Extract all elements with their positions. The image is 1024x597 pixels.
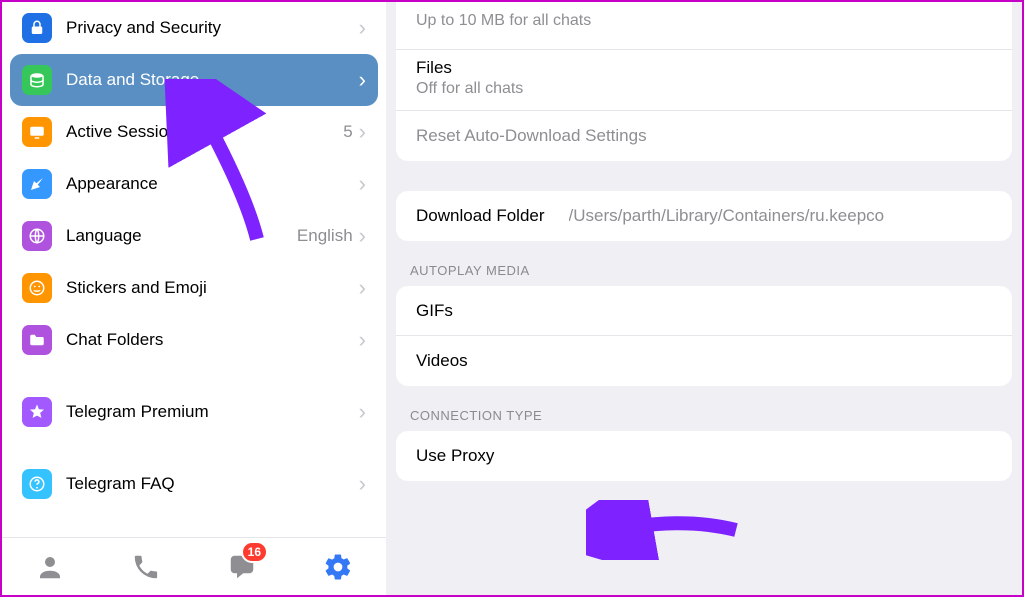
sidebar-item-label: Data and Storage	[66, 70, 359, 90]
tab-contacts[interactable]	[22, 547, 78, 587]
chevron-right-icon: ›	[359, 277, 366, 299]
sidebar-item-label: Telegram FAQ	[66, 474, 359, 494]
chevron-right-icon: ›	[359, 329, 366, 351]
globe-icon	[22, 221, 52, 251]
connection-card: Use Proxy	[396, 431, 1012, 481]
download-folder-card: Download Folder /Users/parth/Library/Con…	[396, 191, 1012, 241]
sidebar-item-data-storage[interactable]: Data and Storage ›	[10, 54, 378, 106]
chevron-right-icon: ›	[359, 173, 366, 195]
chevron-right-icon: ›	[359, 17, 366, 39]
row-files[interactable]: Files Off for all chats	[396, 50, 1012, 111]
sidebar-item-label: Chat Folders	[66, 330, 359, 350]
sidebar-item-label: Privacy and Security	[66, 18, 359, 38]
sticker-icon	[22, 273, 52, 303]
sidebar-item-label: Appearance	[66, 174, 359, 194]
folder-icon	[22, 325, 52, 355]
row-upload-limit[interactable]: Up to 10 MB for all chats	[396, 2, 1012, 50]
autoplay-card: GIFs Videos	[396, 286, 1012, 386]
sidebar-item-stickers[interactable]: Stickers and Emoji ›	[10, 262, 378, 314]
sidebar-item-language[interactable]: Language English ›	[10, 210, 378, 262]
annotation-arrow-2	[586, 500, 746, 560]
unread-badge: 16	[241, 541, 268, 563]
tab-calls[interactable]	[118, 547, 174, 587]
data-storage-panel: Up to 10 MB for all chats Files Off for …	[386, 2, 1022, 595]
faq-icon	[22, 469, 52, 499]
star-icon	[22, 397, 52, 427]
section-header-connection: CONNECTION TYPE	[386, 386, 1022, 431]
section-header-autoplay: AUTOPLAY MEDIA	[386, 241, 1022, 286]
chevron-right-icon: ›	[359, 69, 366, 91]
sidebar-item-appearance[interactable]: Appearance ›	[10, 158, 378, 210]
download-folder-path: /Users/parth/Library/Containers/ru.keepc…	[569, 206, 992, 226]
sidebar-list: Privacy and Security › Data and Storage …	[2, 2, 386, 537]
chevron-right-icon: ›	[359, 473, 366, 495]
tab-settings[interactable]	[310, 547, 366, 587]
sidebar-item-privacy[interactable]: Privacy and Security ›	[10, 2, 378, 54]
row-download-folder[interactable]: Download Folder /Users/parth/Library/Con…	[396, 191, 1012, 241]
chevron-right-icon: ›	[359, 121, 366, 143]
row-use-proxy-label: Use Proxy	[416, 446, 494, 466]
sidebar-item-faq[interactable]: Telegram FAQ ›	[10, 458, 378, 510]
storage-icon	[22, 65, 52, 95]
auto-download-card: Up to 10 MB for all chats Files Off for …	[396, 2, 1012, 161]
download-folder-label: Download Folder	[416, 206, 545, 226]
sessions-icon	[22, 117, 52, 147]
row-reset-auto-download[interactable]: Reset Auto-Download Settings	[396, 111, 1012, 161]
row-videos-label: Videos	[416, 351, 468, 371]
tab-chats[interactable]: 16	[214, 547, 270, 587]
sidebar-item-active-sessions[interactable]: Active Sessions 5 ›	[10, 106, 378, 158]
row-videos[interactable]: Videos	[396, 336, 1012, 386]
chevron-right-icon: ›	[359, 401, 366, 423]
sidebar-item-premium[interactable]: Telegram Premium ›	[10, 386, 378, 438]
sidebar-item-chat-folders[interactable]: Chat Folders ›	[10, 314, 378, 366]
row-gifs[interactable]: GIFs	[396, 286, 1012, 336]
row-reset-label: Reset Auto-Download Settings	[416, 126, 647, 146]
row-use-proxy[interactable]: Use Proxy	[396, 431, 1012, 481]
row-files-title: Files	[416, 58, 452, 78]
lock-icon	[22, 13, 52, 43]
sidebar-item-label: Stickers and Emoji	[66, 278, 359, 298]
appearance-icon	[22, 169, 52, 199]
sidebar-item-label: Active Sessions	[66, 122, 343, 142]
sidebar-item-value: 5	[343, 122, 352, 142]
tab-bar: 16	[2, 537, 386, 595]
row-gifs-label: GIFs	[416, 301, 453, 321]
sidebar-item-label: Language	[66, 226, 297, 246]
settings-sidebar: Privacy and Security › Data and Storage …	[2, 2, 386, 595]
sidebar-item-value: English	[297, 226, 353, 246]
row-upload-limit-sub: Up to 10 MB for all chats	[416, 12, 591, 30]
sidebar-item-label: Telegram Premium	[66, 402, 359, 422]
row-files-sub: Off for all chats	[416, 80, 523, 98]
chevron-right-icon: ›	[359, 225, 366, 247]
